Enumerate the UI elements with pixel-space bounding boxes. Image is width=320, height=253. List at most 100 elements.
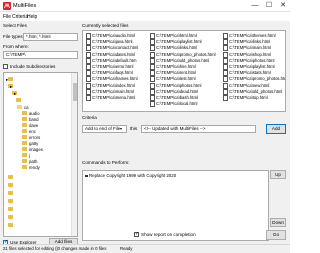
file-list-item[interactable]: C:\TEMP\ca\links.html (223, 39, 271, 46)
tree-expander-icon[interactable]: ▸ (10, 84, 12, 90)
file-list-item[interactable]: C:\TEMP\ca\faqs.html (86, 70, 133, 77)
tree-item-rendy[interactable]: rendy (29, 165, 40, 170)
file-path: C:\TEMP\ca\dates.html (92, 51, 136, 57)
window-title: MultiFiles (13, 3, 37, 9)
file-list-item[interactable]: C:\TEMP\ca\index.html (86, 82, 135, 89)
file-icon (150, 39, 155, 46)
file-list-item[interactable]: C:\TEMP\ca\default.htm (86, 57, 136, 64)
file-icon (86, 57, 91, 64)
file-list-item[interactable]: C:\TEMP\ca\dates.html (86, 51, 136, 58)
file-list-item[interactable]: C:\TEMP\ca\top.html (223, 95, 268, 101)
file-icon (223, 70, 228, 77)
file-path: C:\TEMP\ca\main.html (229, 45, 271, 51)
folder-icon (22, 165, 27, 169)
include-subdirectories-checkbox[interactable] (3, 64, 8, 69)
folder-open-icon (17, 105, 22, 109)
file-list-item[interactable]: C:\TEMP\ca\playlist.html (150, 39, 202, 46)
file-path: C:\TEMP\ca\links.html (229, 39, 271, 45)
file-list-item[interactable]: C:\TEMP\ca\error.html (86, 64, 133, 70)
file-path: C:\TEMP\ca\rent.html (156, 70, 197, 76)
tree-item-j[interactable]: j (29, 153, 30, 158)
folder-icon (8, 183, 13, 187)
file-list-item[interactable]: C:\TEMP\ca\photos.html (223, 57, 274, 64)
tree-item-ca[interactable]: ca (24, 105, 29, 110)
menu-help[interactable]: Help (27, 14, 37, 20)
tree-item-gatty[interactable]: gatty (29, 141, 38, 146)
file-path: C:\TEMP\ca\hire.html (156, 64, 196, 70)
file-path: C:\TEMP\ca\old_photos.html (229, 88, 283, 94)
command-item[interactable]: Replace Copyright 1999 with Copyright 20… (85, 173, 176, 178)
move-down-button[interactable]: Down (270, 218, 286, 227)
file-list-item[interactable]: C:\TEMP\ca\promo_photos.html (223, 76, 285, 83)
add-criteria-button[interactable]: Add (266, 124, 286, 134)
go-button[interactable]: Go (266, 230, 286, 240)
menu-criteria[interactable]: Criteria (12, 14, 28, 20)
title-bar (0, 0, 290, 12)
file-list-item[interactable]: C:\TEMP\ca\menu.html (86, 95, 135, 101)
tree-expander-icon[interactable]: ▸ (14, 91, 16, 97)
minimize-button[interactable]: — (248, 1, 262, 11)
move-up-button[interactable]: Up (270, 170, 286, 179)
include-subdirectories-label: Include Subdirectories (10, 63, 56, 69)
tree-scrollbar[interactable] (71, 73, 77, 236)
file-list-item[interactable]: C:\TEMP\ca\hire.html (150, 64, 196, 70)
file-path: C:\TEMP\ca\contact.html (92, 45, 139, 51)
file-list-item[interactable]: C:\TEMP\ca\rent.html (150, 70, 197, 77)
file-list-item[interactable]: C:\TEMP\ca\main.html (223, 45, 271, 52)
file-list-item[interactable]: C:\TEMP\ca\frames.html (86, 76, 138, 83)
file-list-item[interactable]: C:\TEMP\ca\contact.html (86, 45, 139, 52)
file-icon (86, 64, 91, 70)
file-list-item[interactable]: C:\TEMP\ca\audio.html (86, 33, 135, 39)
tree-item-errors[interactable]: errors (29, 135, 40, 140)
file-list-item[interactable]: C:\TEMP\ca\shop.html (223, 51, 271, 58)
file-list-item[interactable]: C:\TEMP\ca\main.html (86, 88, 134, 95)
folder-icon (8, 223, 13, 227)
file-path: C:\TEMP\ca\menu.html (92, 95, 136, 101)
tree-item-dave[interactable]: dave (29, 123, 38, 128)
file-path: C:\TEMP\ca\faqs.html (92, 70, 133, 76)
files-column-1: C:\TEMP\ca\audio.html C:\TEMP\ca\java.htm… (86, 33, 148, 111)
maximize-button[interactable]: ☐ (262, 1, 276, 11)
file-list-item[interactable]: C:\TEMP\ca\old_photos.html (223, 88, 283, 95)
file-list-item[interactable]: C:\TEMP\ca\new.html (223, 82, 269, 89)
file-list-item[interactable]: C:\TEMP\ca\themes.html (223, 33, 276, 39)
menu-file[interactable]: File (3, 14, 11, 20)
criteria-text-input[interactable]: <!-- Updated with MultiFiles --> (141, 125, 256, 133)
file-list-item[interactable]: C:\TEMP\ca\stats.html (223, 70, 271, 77)
folder-tree[interactable]: ▸ ▸ ▸ ca audio band dave enc errors gatt… (3, 72, 78, 237)
file-list-item[interactable]: C:\TEMP\ca\bash.html (150, 95, 198, 101)
file-path: C:\TEMP\ca\top.html (229, 95, 268, 101)
folder-icon (8, 175, 13, 179)
select-files-label: Select Files (3, 23, 27, 28)
file-path: C:\TEMP\ca\stats.html (229, 70, 271, 76)
file-list-item[interactable]: C:\TEMP\ca\playlist.html (223, 64, 275, 70)
file-icon (86, 39, 91, 46)
file-path: C:\TEMP\ca\audio.html (92, 33, 136, 39)
close-button[interactable]: ✕ (276, 1, 290, 11)
file-path: C:\TEMP\ca\photos.html (156, 82, 202, 88)
file-types-input[interactable]: *.htm; *.html (23, 33, 78, 41)
file-list-item[interactable]: C:\TEMP\ca\local.html (150, 101, 197, 108)
tree-expander-icon[interactable]: ▸ (6, 77, 8, 83)
tree-item-enc[interactable]: enc (29, 129, 36, 134)
file-list-item[interactable]: C:\TEMP\ca\old_photos.html (150, 57, 209, 64)
file-list-item[interactable]: C:\TEMP\ca\dead.html (150, 88, 198, 95)
tree-item-band[interactable]: band (29, 117, 39, 122)
files-column-2: C:\TEMP\ca\html.html C:\TEMP\ca\playlist.… (150, 33, 220, 111)
tree-scroll-thumb[interactable] (73, 83, 77, 101)
file-icon (150, 82, 155, 89)
file-list-item[interactable]: C:\TEMP\ca\photos.html (150, 82, 202, 89)
file-list-item[interactable]: C:\TEMP\ca\test.html (150, 76, 196, 83)
file-list-item[interactable]: C:\TEMP\ca\html.html (150, 33, 197, 39)
file-list-item[interactable]: C:\TEMP\ca\links.html (150, 45, 197, 52)
tree-item-path[interactable]: path (29, 159, 37, 164)
file-icon (150, 70, 155, 77)
commands-list[interactable]: Replace Copyright 1999 with Copyright 20… (82, 170, 269, 241)
from-where-input[interactable]: C:\TEMP\ (3, 51, 78, 59)
selected-files-list[interactable]: C:\TEMP\ca\audio.html C:\TEMP\ca\java.htm… (82, 30, 286, 112)
tree-item-images[interactable]: images (29, 147, 43, 152)
file-list-item[interactable]: C:\TEMP\ca\java.html (86, 39, 133, 46)
show-report-checkbox[interactable] (134, 231, 139, 237)
file-list-item[interactable]: C:\TEMP\ca\promo_photos.html (150, 51, 216, 58)
tree-item-audio[interactable]: audio (29, 111, 40, 116)
